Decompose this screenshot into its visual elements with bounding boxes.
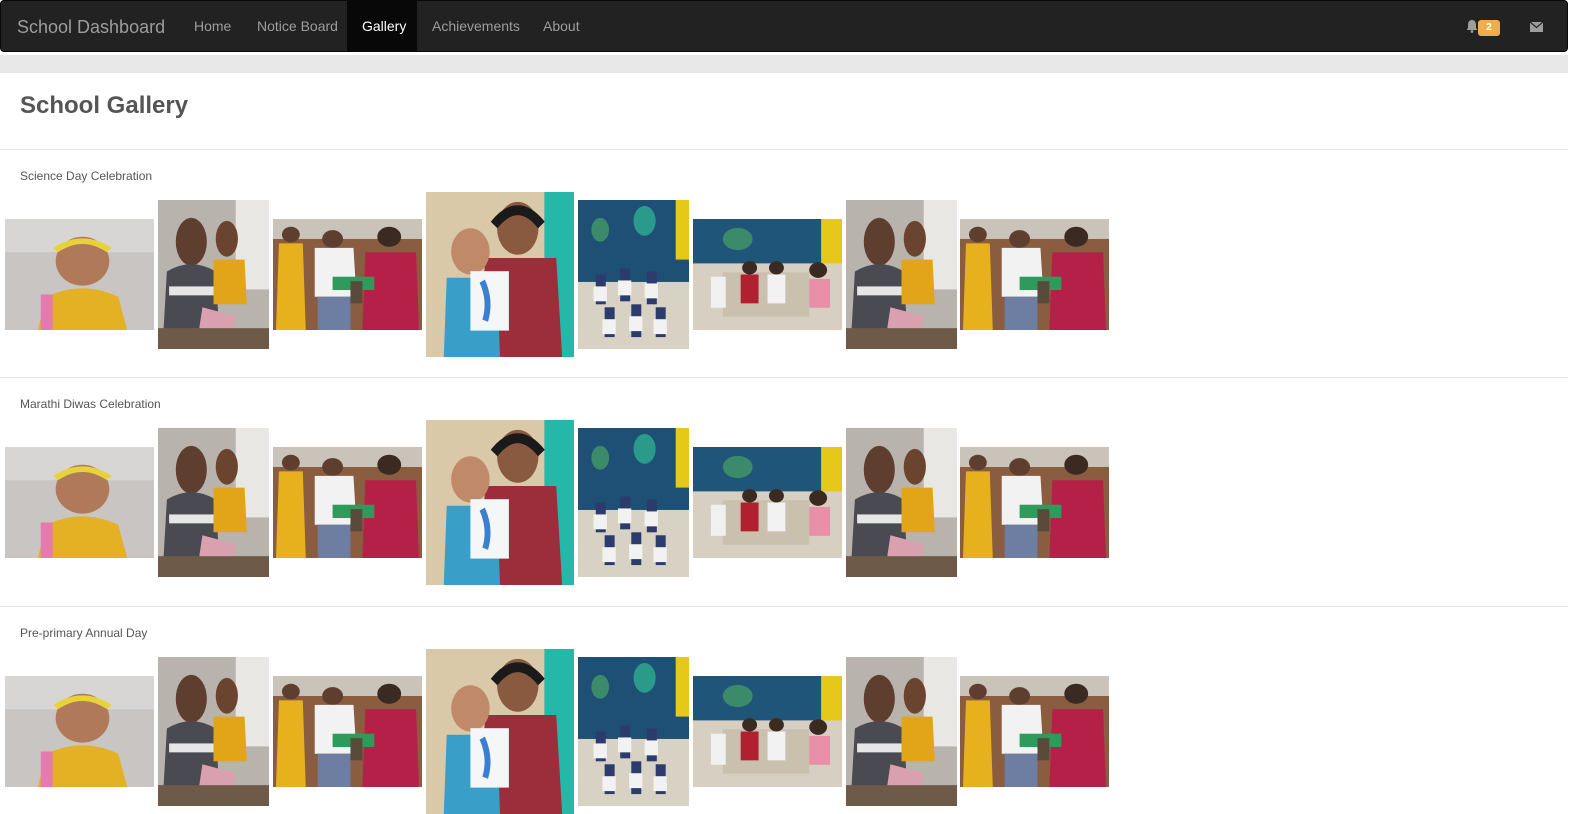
nav-achievements[interactable]: Achievements	[417, 1, 535, 51]
gallery-photo[interactable]	[426, 420, 574, 585]
gallery-photo[interactable]	[578, 428, 689, 577]
envelope-icon[interactable]	[1530, 22, 1543, 32]
section-divider	[0, 606, 1568, 607]
gallery-photo[interactable]	[5, 676, 154, 787]
title-divider	[0, 149, 1568, 150]
gallery-photo[interactable]	[846, 200, 957, 349]
nav-gallery[interactable]: Gallery	[347, 1, 417, 51]
gallery-section-title: Pre-primary Annual Day	[20, 626, 148, 640]
brand-link[interactable]: School Dashboard	[17, 17, 165, 38]
notification-badge: 2	[1478, 20, 1500, 36]
gallery-photo[interactable]	[960, 676, 1109, 787]
gallery-photo[interactable]	[158, 428, 269, 577]
subheader-bar	[0, 55, 1568, 73]
gallery-photo[interactable]	[846, 428, 957, 577]
section-divider	[0, 377, 1568, 378]
gallery-photo[interactable]	[846, 657, 957, 806]
top-navbar: School Dashboard Home Notice Board Galle…	[0, 0, 1568, 52]
gallery-photo[interactable]	[5, 447, 154, 558]
gallery-photo[interactable]	[426, 192, 574, 357]
nav-notice-board[interactable]: Notice Board	[242, 1, 353, 51]
gallery-photo[interactable]	[158, 200, 269, 349]
gallery-section-title: Science Day Celebration	[20, 169, 153, 183]
nav-home[interactable]: Home	[179, 1, 246, 51]
gallery-photo[interactable]	[960, 219, 1109, 330]
gallery-photo[interactable]	[960, 447, 1109, 558]
gallery-photo[interactable]	[273, 676, 422, 787]
gallery-photo[interactable]	[693, 219, 842, 330]
nav-about[interactable]: About	[528, 1, 595, 51]
gallery-photo[interactable]	[578, 200, 689, 349]
gallery-photo[interactable]	[5, 219, 154, 330]
bell-icon	[1466, 20, 1478, 33]
gallery-photo[interactable]	[273, 219, 422, 330]
gallery-section-title: Marathi Diwas Celebration	[20, 397, 161, 411]
gallery-photo[interactable]	[693, 447, 842, 558]
gallery-photo[interactable]	[693, 676, 842, 787]
gallery-photo[interactable]	[273, 447, 422, 558]
page-title: School Gallery	[20, 92, 189, 119]
gallery-photo[interactable]	[426, 649, 574, 814]
gallery-photo[interactable]	[158, 657, 269, 806]
gallery-photo[interactable]	[578, 657, 689, 806]
